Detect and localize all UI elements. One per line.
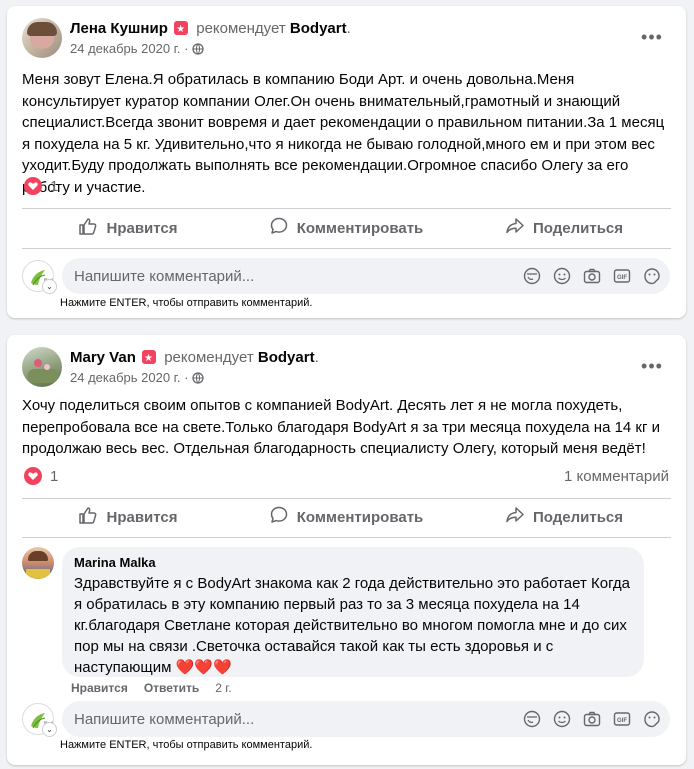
reply-reply-link[interactable]: Ответить [144,681,199,695]
comment-label: Комментировать [296,508,424,526]
more-icon[interactable]: ••• [637,22,667,52]
sticker-icon[interactable] [642,709,662,729]
comment-icon [269,505,289,529]
comments-count[interactable]: 1 комментарий [564,468,669,485]
gif-icon[interactable]: GIF [612,709,632,729]
date-separator: · [184,370,189,385]
globe-icon [192,43,204,59]
comment-input-box[interactable]: GIF [62,258,670,294]
post-card-2: Mary Van рекомендует Bodyart. 24 декабрь… [7,335,686,765]
chevron-down-icon[interactable]: ⌄ [42,279,57,294]
recommend-icon [142,349,157,369]
camera-icon[interactable] [582,709,602,729]
chevron-down-icon[interactable]: ⌄ [42,722,57,737]
divider [22,537,671,538]
like-icon [78,505,98,529]
post-date[interactable]: 24 декабрь 2020 г. [70,370,180,385]
post-card-1: Лена Кушнир рекомендует Bodyart. 24 дека… [7,6,686,318]
heart-icon[interactable] [24,467,42,485]
divider [22,208,671,209]
reply-author-avatar[interactable] [22,547,54,579]
more-icon[interactable]: ••• [637,351,667,381]
share-button[interactable]: Поделиться [458,499,670,535]
author-name[interactable]: Лена Кушнир [70,20,168,37]
comment-input[interactable] [62,709,516,729]
globe-icon [192,372,204,388]
share-icon [505,505,525,529]
page-suffix: . [346,20,351,37]
reply-text-body: Здравствуйте я с BodyArt знакома как 2 г… [74,575,630,676]
date-separator: · [184,41,189,56]
page-name-link[interactable]: Bodyart [258,349,315,366]
recommends-text: рекомендует [196,20,286,37]
sticker-icon[interactable] [642,266,662,286]
svg-text:GIF: GIF [617,718,627,724]
author-name[interactable]: Mary Van [70,349,136,366]
share-label: Поделиться [532,219,624,237]
author-avatar[interactable] [22,347,62,387]
comment-hint: Нажмите ENTER, чтобы отправить комментар… [60,739,313,751]
like-label: Нравится [106,219,178,237]
divider [22,248,671,249]
comment-input-box[interactable]: GIF [62,701,670,737]
emoji-icon[interactable] [552,266,572,286]
comment-input[interactable] [62,266,516,286]
comment-icon [269,216,289,240]
avatar-sticker-icon[interactable] [522,709,542,729]
like-icon [78,216,98,240]
author-avatar[interactable] [22,18,62,58]
comment-hint: Нажмите ENTER, чтобы отправить комментар… [60,297,313,309]
heart-icon[interactable] [24,177,42,195]
avatar-sticker-icon[interactable] [522,266,542,286]
heart-emoji: ❤️❤️❤️ [175,659,232,676]
reply-bubble: Marina Malka Здравствуйте я с BodyArt зн… [62,547,644,677]
emoji-icon[interactable] [552,709,572,729]
reaction-count[interactable]: 1 [50,468,58,485]
share-icon [505,216,525,240]
post-date[interactable]: 24 декабрь 2020 г. [70,41,180,56]
reply-text: Здравствуйте я с BodyArt знакома как 2 г… [74,573,632,678]
share-button[interactable]: Поделиться [458,210,670,246]
comment-label: Комментировать [296,219,424,237]
camera-icon[interactable] [582,266,602,286]
like-button[interactable]: Нравится [22,499,234,535]
like-button[interactable]: Нравится [22,210,234,246]
reply-like-link[interactable]: Нравится [71,681,128,695]
recommends-text: рекомендует [164,349,254,366]
like-label: Нравится [106,508,178,526]
post-text: Хочу поделиться своим опытов с компанией… [22,397,661,457]
post-text: Меня зовут Елена.Я обратилась в компанию… [22,71,665,196]
reply-author[interactable]: Marina Malka [74,555,632,571]
comment-button[interactable]: Комментировать [240,210,452,246]
page-name-link[interactable]: Bodyart [290,20,347,37]
svg-text:GIF: GIF [617,275,627,281]
reply-age[interactable]: 2 г. [215,681,231,695]
comment-button[interactable]: Комментировать [240,499,452,535]
recommend-icon [174,20,189,40]
page-suffix: . [314,349,319,366]
share-label: Поделиться [532,508,624,526]
reaction-count[interactable]: 1 [50,178,58,195]
gif-icon[interactable]: GIF [612,266,632,286]
